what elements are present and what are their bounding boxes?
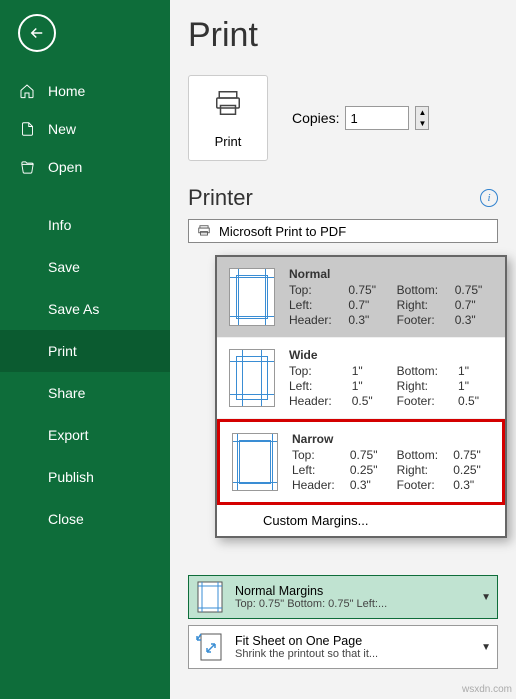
nav-home[interactable]: Home: [0, 72, 170, 110]
print-button[interactable]: Print: [188, 75, 268, 161]
page-title: Print: [188, 16, 498, 55]
margin-details: Narrow Top:0.75"Bottom:0.75" Left:0.25"R…: [292, 432, 490, 492]
nav-new[interactable]: New: [0, 110, 170, 148]
printer-dropdown[interactable]: Microsoft Print to PDF: [188, 219, 498, 243]
printer-small-icon: [197, 224, 211, 238]
nav-main: Home New Open: [0, 72, 170, 186]
copies-input[interactable]: [345, 106, 409, 130]
print-row: Print Copies: ▲ ▼: [188, 75, 498, 161]
nav-print[interactable]: Print: [0, 330, 170, 372]
new-icon: [18, 121, 36, 137]
margin-option-narrow[interactable]: Narrow Top:0.75"Bottom:0.75" Left:0.25"R…: [217, 419, 505, 505]
nav-label: Save As: [48, 301, 99, 317]
nav-label: Publish: [48, 469, 94, 485]
nav-label: Close: [48, 511, 84, 527]
setting-scaling[interactable]: Fit Sheet on One Page Shrink the printou…: [188, 625, 498, 669]
margin-option-normal[interactable]: Normal Top:0.75"Bottom:0.75" Left:0.7"Ri…: [217, 257, 505, 338]
nav-label: Print: [48, 343, 77, 359]
fit-sheet-icon: [195, 630, 225, 664]
spinner-up-icon[interactable]: ▲: [416, 107, 428, 118]
nav-secondary: Info Save Save As Print Share Export Pub…: [0, 204, 170, 540]
nav-label: Open: [48, 159, 82, 175]
margins-narrow-icon: [232, 433, 278, 491]
setting-margins-title: Normal Margins: [235, 584, 471, 598]
open-icon: [18, 160, 36, 175]
setting-scaling-sub: Shrink the printout so that it...: [235, 648, 471, 660]
nav-save[interactable]: Save: [0, 246, 170, 288]
nav-export[interactable]: Export: [0, 414, 170, 456]
nav-publish[interactable]: Publish: [0, 456, 170, 498]
nav-close[interactable]: Close: [0, 498, 170, 540]
setting-scaling-title: Fit Sheet on One Page: [235, 634, 471, 648]
nav-label: Save: [48, 259, 80, 275]
nav-label: Info: [48, 217, 71, 233]
setting-margins-sub: Top: 0.75" Bottom: 0.75" Left:...: [235, 598, 471, 610]
copies-group: Copies: ▲ ▼: [292, 106, 429, 130]
margins-flyout: Normal Top:0.75"Bottom:0.75" Left:0.7"Ri…: [215, 255, 507, 538]
chevron-down-icon: ▼: [481, 642, 491, 653]
printer-heading: Printer: [188, 185, 253, 211]
margin-details: Normal Top:0.75"Bottom:0.75" Left:0.7"Ri…: [289, 267, 493, 327]
print-button-label: Print: [215, 134, 242, 149]
nav-open[interactable]: Open: [0, 148, 170, 186]
setting-margins-text: Normal Margins Top: 0.75" Bottom: 0.75" …: [235, 584, 471, 610]
chevron-down-icon: ▼: [481, 592, 491, 603]
info-icon[interactable]: i: [480, 189, 498, 207]
nav-label: Home: [48, 83, 85, 99]
margin-name: Normal: [289, 267, 493, 281]
nav-label: Export: [48, 427, 88, 443]
copies-label: Copies:: [292, 110, 339, 126]
spinner-down-icon[interactable]: ▼: [416, 118, 428, 129]
watermark: wsxdn.com: [462, 684, 512, 695]
custom-margins-item[interactable]: Custom Margins...: [217, 505, 505, 536]
setting-scaling-text: Fit Sheet on One Page Shrink the printou…: [235, 634, 471, 660]
margins-setting-icon: [195, 580, 225, 614]
nav-info[interactable]: Info: [0, 204, 170, 246]
copies-spinner[interactable]: ▲ ▼: [415, 106, 429, 130]
printer-name: Microsoft Print to PDF: [219, 224, 346, 239]
nav-label: New: [48, 121, 76, 137]
sidebar: Home New Open Info Save Save As Print Sh…: [0, 0, 170, 699]
margin-name: Wide: [289, 348, 493, 362]
nav-save-as[interactable]: Save As: [0, 288, 170, 330]
nav-share[interactable]: Share: [0, 372, 170, 414]
margin-name: Narrow: [292, 432, 490, 446]
margin-option-wide[interactable]: Wide Top:1"Bottom:1" Left:1"Right:1" Hea…: [217, 338, 505, 419]
margin-details: Wide Top:1"Bottom:1" Left:1"Right:1" Hea…: [289, 348, 493, 408]
arrow-left-icon: [28, 24, 46, 42]
printer-icon: [210, 88, 246, 126]
margins-normal-icon: [229, 268, 275, 326]
setting-margins[interactable]: Normal Margins Top: 0.75" Bottom: 0.75" …: [188, 575, 498, 619]
margins-wide-icon: [229, 349, 275, 407]
back-button[interactable]: [18, 14, 56, 52]
home-icon: [18, 83, 36, 99]
printer-section-header: Printer i: [188, 185, 498, 211]
nav-label: Share: [48, 385, 85, 401]
